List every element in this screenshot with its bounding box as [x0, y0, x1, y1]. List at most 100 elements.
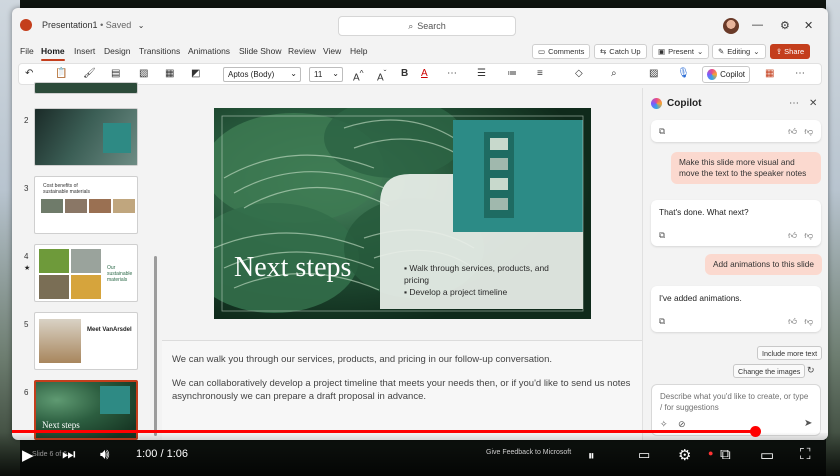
thumbs-down-icon[interactable]: 👎︎ — [804, 126, 813, 137]
bold-icon[interactable]: B — [401, 68, 408, 79]
thumbs-up-icon[interactable]: 👍︎ — [788, 126, 797, 137]
next-icon[interactable]: ⏭ — [62, 446, 76, 463]
numbering-icon[interactable]: ≔ — [507, 68, 517, 79]
tab-slide-show[interactable]: Slide Show — [239, 46, 282, 56]
share-label: Share — [784, 47, 805, 56]
add-ins-icon[interactable]: ▦ — [765, 68, 774, 79]
microphone-icon[interactable]: 🎙 — [677, 68, 690, 79]
thumbnail-title: Cost benefits of sustainable materials — [43, 183, 90, 195]
slide-thumbnail-5[interactable]: Meet VanArsdel — [34, 312, 138, 370]
font-color-icon[interactable]: A — [421, 68, 428, 79]
tab-review[interactable]: Review — [288, 46, 316, 56]
powerpoint-app-icon[interactable] — [20, 19, 32, 31]
tab-file[interactable]: File — [20, 46, 34, 56]
thumbs-down-icon[interactable]: 👎︎ — [804, 230, 813, 241]
present-button[interactable]: ▣ Present ⌄ — [652, 44, 710, 59]
slide-thumbnail-3[interactable]: Cost benefits of sustainable materials — [34, 176, 138, 234]
thumbs-down-icon[interactable]: 👎︎ — [804, 316, 813, 327]
card-actions: ⧉ 👍︎ 👎︎ — [659, 230, 813, 241]
more-options-icon[interactable]: ⋯ — [789, 98, 799, 109]
editing-mode-button[interactable]: ✎ Editing ⌄ — [712, 44, 766, 59]
autoplay-toggle-icon[interactable]: ⏸ — [588, 448, 595, 464]
chevron-down-icon: ⌄ — [290, 69, 297, 78]
copy-icon[interactable]: ⧉ — [659, 230, 665, 240]
suggestion-chip[interactable]: Change the images — [733, 364, 806, 378]
copilot-button[interactable]: Copilot — [702, 66, 750, 83]
slide-bullets[interactable]: ▪ Walk through services, products, and p… — [404, 262, 564, 298]
more-options-icon[interactable]: ⋯ — [795, 68, 805, 79]
bullets-icon[interactable]: ☰ — [477, 68, 486, 79]
thumbs-up-icon[interactable]: 👍︎ — [788, 316, 797, 327]
new-slide-icon[interactable]: ▤ — [111, 68, 120, 79]
format-painter-icon[interactable]: 🖌 — [83, 68, 96, 79]
search-input[interactable]: ⌕ Search — [338, 16, 516, 36]
user-message: Add animations to this slide — [705, 254, 823, 275]
copy-icon[interactable]: ⧉ — [659, 126, 665, 136]
attach-icon[interactable]: ⊘ — [678, 419, 686, 430]
designer-icon[interactable]: ▨ — [649, 68, 658, 79]
avatar[interactable] — [723, 18, 739, 34]
miniplayer-icon[interactable]: ⧉ — [720, 446, 731, 463]
copilot-message-text: That's done. What next? — [659, 207, 749, 217]
reuse-slides-icon[interactable]: ▧ — [139, 68, 148, 79]
settings-icon[interactable]: ⚙ — [678, 446, 691, 464]
volume-icon[interactable]: 🔊︎ — [100, 446, 109, 463]
increase-font-icon[interactable]: A^ — [353, 68, 364, 83]
find-icon[interactable]: ⌕ — [611, 68, 617, 79]
close-icon[interactable]: ✕ — [809, 98, 817, 109]
more-icon[interactable]: ⋯ — [447, 68, 457, 79]
user-message: Make this slide more visual and move the… — [671, 152, 821, 184]
decrease-font-icon[interactable]: Aˇ — [377, 68, 386, 83]
speaker-notes[interactable]: We can walk you through our services, pr… — [162, 340, 642, 440]
align-icon[interactable]: ≡ — [537, 68, 543, 79]
document-title[interactable]: Presentation1 • Saved ⌄ — [42, 20, 144, 30]
minimize-icon[interactable]: — — [752, 19, 763, 31]
picture-icon[interactable]: ◩ — [191, 68, 200, 79]
thumbnail-scrollbar[interactable] — [154, 256, 157, 436]
paste-icon[interactable]: 📋 — [55, 68, 67, 79]
thumbs-up-icon[interactable]: 👍︎ — [788, 230, 797, 241]
tab-help[interactable]: Help — [350, 46, 367, 56]
slide-bullet-text: Develop a project timeline — [409, 287, 508, 297]
theater-mode-icon[interactable]: ▭ — [760, 446, 774, 464]
chevron-down-icon: ⌄ — [753, 47, 760, 56]
search-icon: ⌕ — [408, 20, 414, 31]
tab-home[interactable]: Home — [41, 46, 65, 56]
tab-insert[interactable]: Insert — [74, 46, 95, 56]
share-button[interactable]: ⇪ Share — [770, 44, 810, 59]
send-icon[interactable]: ➤ — [804, 418, 812, 429]
undo-icon[interactable]: ↶ — [25, 68, 33, 79]
tab-design[interactable]: Design — [104, 46, 130, 56]
slide-thumbnail-1[interactable] — [34, 82, 138, 94]
copilot-title: Copilot — [667, 98, 702, 109]
slide-bullet-text: Walk through services, products, and pri… — [404, 263, 549, 285]
slide-thumbnails-pane: 2 3 Cost benefits of sustainable materia… — [12, 82, 162, 440]
catch-up-button[interactable]: ⇆ Catch Up — [594, 44, 647, 59]
play-icon[interactable]: ▶ — [22, 446, 34, 464]
slide-bullet: ▪ Walk through services, products, and p… — [404, 263, 549, 285]
font-family-select[interactable]: Aptos (Body) ⌄ — [223, 67, 301, 82]
copilot-icon — [651, 98, 662, 109]
slide-thumbnail-2[interactable] — [34, 108, 138, 166]
fullscreen-icon[interactable]: ⛶ — [800, 446, 811, 463]
subtitles-icon[interactable]: ▭ — [638, 447, 650, 463]
animation-star-icon: ★ — [24, 265, 31, 272]
tab-view[interactable]: View — [323, 46, 341, 56]
copilot-compose-box[interactable]: Describe what you'd like to create, or t… — [651, 384, 821, 436]
font-size-select[interactable]: 11 ⌄ — [309, 67, 343, 82]
slide-title[interactable]: Next steps — [234, 252, 351, 284]
close-icon[interactable]: ✕ — [804, 19, 813, 32]
shapes-icon[interactable]: ◇ — [575, 68, 583, 79]
comments-button[interactable]: ▭ Comments — [532, 44, 591, 59]
video-scrubber-handle[interactable] — [749, 426, 761, 437]
slide-canvas[interactable]: Next steps ▪ Walk through services, prod… — [214, 108, 591, 319]
copy-icon[interactable]: ⧉ — [659, 316, 665, 326]
tab-transitions[interactable]: Transitions — [139, 46, 180, 56]
settings-icon[interactable]: ⚙ — [780, 19, 790, 32]
refresh-icon[interactable]: ↻ — [807, 365, 815, 376]
layout-icon[interactable]: ▦ — [165, 68, 174, 79]
suggestion-chip[interactable]: Include more text — [757, 346, 823, 360]
sparkle-prompts-icon[interactable]: ✧ — [660, 419, 668, 430]
tab-animations[interactable]: Animations — [188, 46, 230, 56]
slide-thumbnail-4[interactable]: Our sustainable materials — [34, 244, 138, 302]
